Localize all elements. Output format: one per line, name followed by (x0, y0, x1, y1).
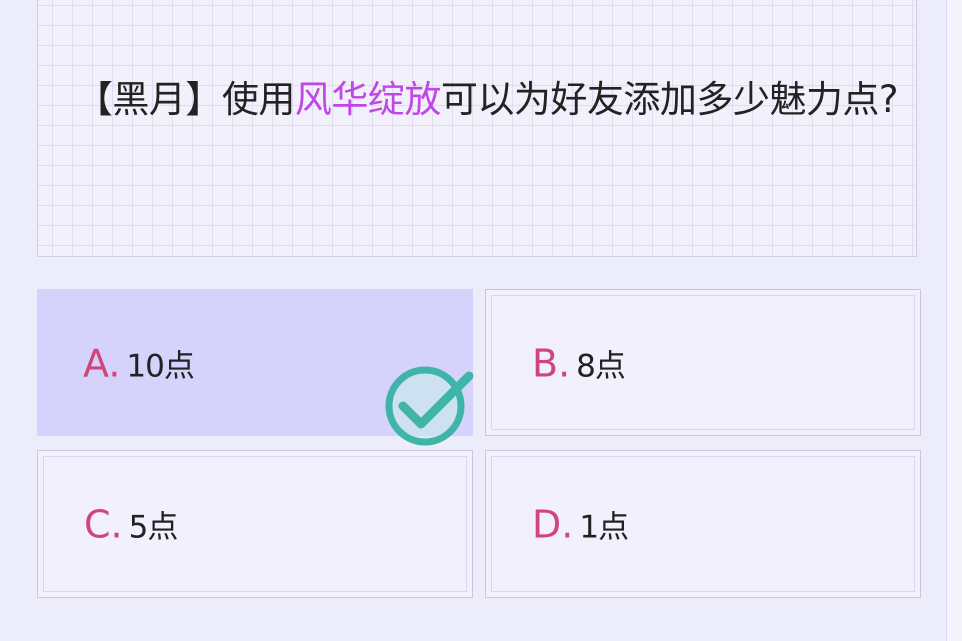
question-card: 【黑月】使用风华绽放可以为好友添加多少魅力点? (37, 0, 917, 257)
question-text: 【黑月】使用风华绽放可以为好友添加多少魅力点? (68, 77, 906, 123)
option-b-label: B. 8点 (532, 340, 626, 385)
right-edge-panel (946, 0, 962, 641)
option-b-text: 8点 (576, 348, 626, 384)
option-a-text: 10点 (126, 348, 194, 384)
option-c[interactable]: C. 5点 (37, 450, 473, 598)
option-b-letter: B. (532, 341, 571, 385)
question-highlight: 风华绽放 (294, 78, 442, 121)
option-d-letter: D. (532, 502, 574, 547)
option-c-letter: C. (84, 502, 123, 547)
option-a-letter: A. (83, 341, 121, 385)
question-suffix: 可以为好友添加多少魅力点? (440, 78, 899, 121)
check-circle-icon (385, 366, 474, 446)
option-d[interactable]: D. 1点 (485, 450, 921, 598)
option-d-label: D. 1点 (532, 502, 629, 547)
option-d-text: 1点 (579, 509, 629, 546)
option-b[interactable]: B. 8点 (485, 289, 921, 436)
option-a-label: A. 10点 (83, 340, 195, 385)
option-c-label: C. 5点 (84, 502, 179, 547)
option-c-text: 5点 (128, 509, 179, 546)
question-prefix: 【黑月】使用 (75, 78, 296, 121)
